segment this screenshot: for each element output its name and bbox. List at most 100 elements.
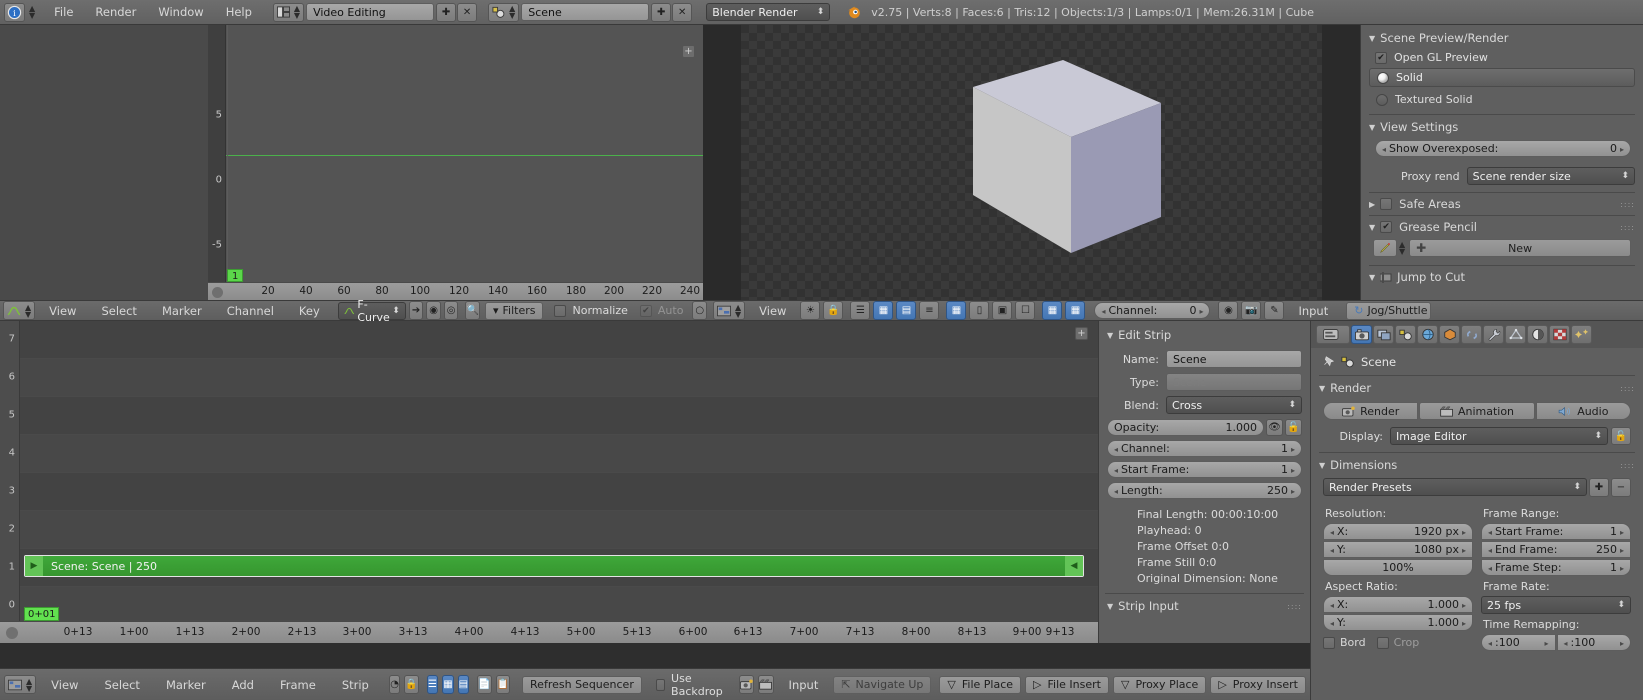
tab-modifiers-wrench-icon[interactable]	[1483, 325, 1504, 344]
channel-row[interactable]	[20, 511, 1098, 549]
snap-icon[interactable]: ▦	[1042, 301, 1063, 320]
display-mode-solid[interactable]: Solid	[1369, 68, 1635, 87]
tab-texture-icon[interactable]	[1549, 325, 1570, 344]
bottom-menu-strip[interactable]: Strip	[331, 673, 380, 697]
refresh-sequencer-button[interactable]: Refresh Sequencer	[522, 675, 642, 694]
strip-name-input[interactable]: Scene	[1166, 350, 1302, 368]
tools-icon[interactable]: ✎	[1264, 301, 1285, 320]
lock-icon[interactable]: 🔓	[1285, 419, 1302, 436]
screen-layout-spinner-icon[interactable]: ▲ ▼	[294, 5, 300, 20]
resolution-y-field[interactable]: Y: 1080 px	[1323, 541, 1473, 558]
zoom-icon[interactable]: ☐	[1015, 301, 1036, 320]
paste-icon[interactable]: 📋	[495, 675, 511, 694]
menu-window[interactable]: Window	[147, 0, 214, 24]
tab-object-data-icon[interactable]	[1505, 325, 1526, 344]
jog-shuttle-button[interactable]: ↻ Jog/Shuttle	[1346, 301, 1432, 320]
graph-menu-select[interactable]: Select	[90, 299, 147, 323]
channel-slider[interactable]: Channel: 1	[1107, 440, 1302, 457]
animation-button[interactable]: Animation	[1419, 402, 1535, 420]
graph-menu-marker[interactable]: Marker	[151, 299, 213, 323]
bottom-input-label[interactable]: Input	[778, 673, 830, 697]
logo-spinner-icon[interactable]: ▲ ▼	[29, 5, 35, 20]
render-icon[interactable]	[738, 675, 754, 694]
sequencer-panel-toggle-icon[interactable]: +	[1075, 327, 1088, 340]
file-place-button[interactable]: ▽ File Place	[939, 675, 1022, 694]
show-overexposed-slider[interactable]: Show Overexposed: 0	[1375, 140, 1631, 157]
scene-name-field[interactable]: Scene	[521, 3, 650, 21]
view-type-sequencer-icon[interactable]: ☰	[850, 301, 871, 320]
grease-pencil-spinner-icon[interactable]: ▲ ▼	[1399, 241, 1405, 256]
length-slider[interactable]: Length: 250	[1107, 482, 1302, 499]
auto-toggle[interactable]: Auto	[639, 304, 683, 317]
opacity-slider[interactable]: Opacity: 1.000	[1107, 419, 1264, 436]
delete-screen-layout-button[interactable]: ✕	[457, 2, 478, 22]
blender-logo-icon[interactable]: i	[4, 2, 25, 22]
jump-to-cut-row[interactable]: ▼ Jump to Cut	[1369, 270, 1635, 284]
view-sequencer-icon[interactable]: ☰	[426, 675, 439, 694]
ghost-frames-icon[interactable]: ○	[692, 301, 707, 320]
scene-spinner-icon[interactable]: ▲ ▼	[509, 5, 515, 20]
bottom-menu-view[interactable]: View	[40, 673, 89, 697]
tab-editor-type-icon[interactable]	[1316, 325, 1350, 344]
audio-button[interactable]: Audio	[1535, 402, 1632, 420]
tab-scene-icon[interactable]	[1395, 325, 1416, 344]
graph-editor-type-selector[interactable]: ▲ ▼	[3, 301, 36, 320]
render-engine-selector[interactable]: Blender Render	[706, 3, 831, 21]
sequencer-timeline-ruler[interactable]: 0+13 1+00 1+13 2+00 2+13 3+00 3+13 4+00 …	[0, 621, 1098, 643]
file-insert-button[interactable]: ▷ File Insert	[1025, 675, 1109, 694]
open-gl-preview-checkbox[interactable]	[1375, 51, 1387, 64]
render-presets-dropdown[interactable]: Render Presets	[1323, 478, 1587, 496]
graph-menu-key[interactable]: Key	[288, 299, 331, 323]
cursor-select-icon[interactable]: ➔	[408, 301, 424, 320]
strip-right-handle[interactable]: ◀	[1065, 556, 1083, 576]
proxy-rend-dropdown[interactable]: Scene render size	[1466, 167, 1635, 185]
graph-current-frame-badge[interactable]: 1	[227, 269, 244, 282]
start-frame-slider[interactable]: Start Frame: 1	[1107, 461, 1302, 478]
bottom-menu-frame[interactable]: Frame	[269, 673, 327, 697]
menu-file[interactable]: File	[43, 0, 84, 24]
tab-world-icon[interactable]	[1417, 325, 1438, 344]
graph-canvas[interactable]: +	[226, 25, 703, 282]
bottom-menu-marker[interactable]: Marker	[155, 673, 217, 697]
grease-pencil-new-button[interactable]: ✚ New	[1409, 239, 1631, 257]
display-lock-icon[interactable]: 🔓	[1611, 427, 1631, 445]
animation-icon[interactable]	[757, 675, 774, 694]
start-frame-field[interactable]: Start Frame: 1	[1481, 523, 1631, 540]
channel-row[interactable]	[20, 473, 1098, 511]
refresh-icon[interactable]: ☀	[800, 301, 821, 320]
safe-areas-checkbox[interactable]	[1380, 198, 1393, 210]
graph-scroll-handle[interactable]	[212, 287, 223, 298]
preview-region-icon[interactable]: ◉	[1218, 301, 1239, 320]
end-frame-field[interactable]: End Frame: 250	[1481, 541, 1631, 558]
view-preview-icon[interactable]: ▦	[442, 675, 454, 694]
mute-eye-icon[interactable]: 👁	[1266, 419, 1283, 436]
screen-layout-selector[interactable]: ▲ ▼	[272, 2, 305, 22]
view-type-preview-icon[interactable]: ▦	[873, 301, 894, 320]
frame-step-field[interactable]: Frame Step: 1	[1481, 559, 1631, 576]
tab-render-layers-icon[interactable]	[1373, 325, 1394, 344]
grease-pencil-row[interactable]: ▼ Grease Pencil ::::	[1369, 220, 1635, 234]
channel-row[interactable]	[20, 587, 1098, 621]
copy-icon[interactable]: 📄	[477, 675, 492, 694]
snap-icon[interactable]: ◔	[388, 675, 401, 694]
navigate-up-button[interactable]: ⇱ Navigate Up	[833, 675, 932, 694]
overlay-icon[interactable]: ▯	[969, 301, 990, 320]
use-backdrop-toggle[interactable]: Use Backdrop	[655, 672, 726, 698]
scene-preview-render-title[interactable]: ▼ Scene Preview/Render	[1369, 31, 1635, 45]
screen-layout-name[interactable]: Video Editing	[306, 3, 435, 21]
tab-material-icon[interactable]	[1527, 325, 1548, 344]
menu-help[interactable]: Help	[215, 0, 263, 24]
view-both-icon[interactable]: ▤	[457, 675, 470, 694]
lock-icon[interactable]: 🔒	[823, 301, 844, 320]
safe-areas-row[interactable]: ▶ Safe Areas ::::	[1369, 197, 1635, 211]
sequencer-strip-scene[interactable]: ▶ Scene: Scene | 250 ◀	[24, 555, 1084, 577]
resolution-x-field[interactable]: X: 1920 px	[1323, 523, 1473, 540]
render-panel-title[interactable]: ▼ Render ::::	[1319, 381, 1635, 395]
panel-grip-icon[interactable]: ::::	[1620, 200, 1635, 209]
tab-object-icon[interactable]	[1439, 325, 1460, 344]
panel-grip-icon[interactable]: ::::	[1620, 384, 1635, 393]
channel-row[interactable]	[20, 359, 1098, 397]
graph-menu-view[interactable]: View	[38, 299, 87, 323]
tab-render-icon[interactable]	[1351, 325, 1372, 344]
channel-row[interactable]	[20, 435, 1098, 473]
